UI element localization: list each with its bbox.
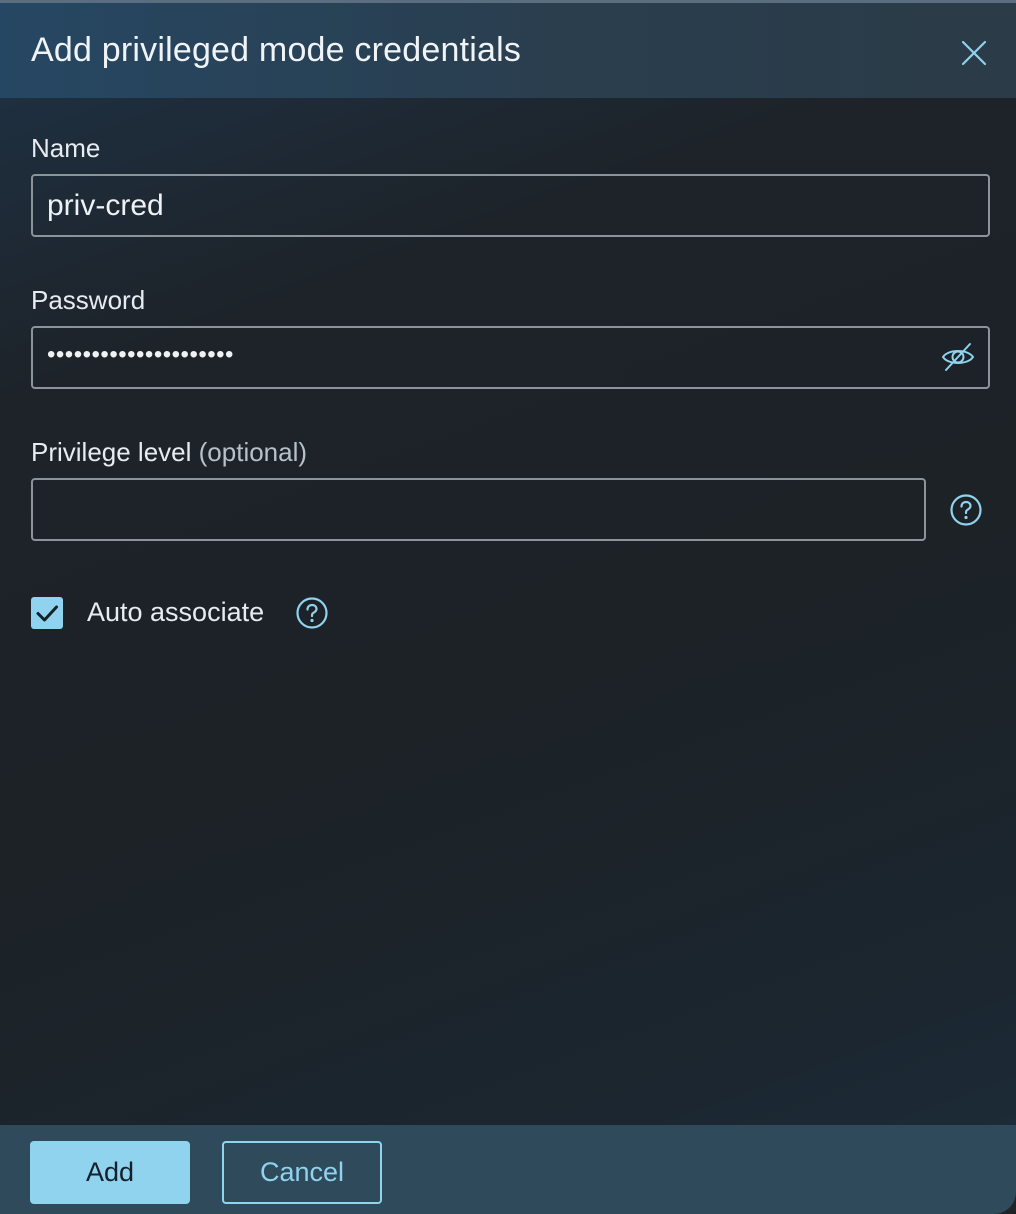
help-circle-icon bbox=[296, 597, 328, 629]
password-label: Password bbox=[31, 285, 146, 315]
privilege-level-label-text: Privilege level bbox=[31, 437, 192, 467]
privilege-level-help-button[interactable] bbox=[949, 493, 983, 527]
close-button[interactable] bbox=[954, 33, 994, 73]
eye-slash-icon bbox=[941, 343, 975, 371]
auto-associate-label: Auto associate bbox=[87, 597, 265, 627]
privilege-level-input[interactable] bbox=[31, 478, 926, 541]
close-icon bbox=[961, 40, 987, 66]
add-button[interactable]: Add bbox=[30, 1141, 190, 1204]
auto-associate-checkbox[interactable] bbox=[31, 597, 63, 629]
name-label: Name bbox=[31, 133, 101, 163]
cancel-button[interactable]: Cancel bbox=[222, 1141, 382, 1204]
password-masked-value: ••••••••••••••••••••• bbox=[47, 341, 234, 368]
privilege-level-label: Privilege level (optional) bbox=[31, 437, 307, 468]
optional-note: (optional) bbox=[198, 437, 308, 467]
help-circle-icon bbox=[950, 494, 982, 526]
dialog-title: Add privileged mode credentials bbox=[31, 31, 522, 69]
password-visibility-toggle[interactable] bbox=[940, 341, 976, 373]
auto-associate-help-button[interactable] bbox=[295, 596, 329, 630]
checkmark-icon bbox=[36, 605, 58, 622]
credentials-dialog: Add privileged mode credentials Name Pas… bbox=[0, 0, 1016, 1214]
dialog-header: Add privileged mode credentials bbox=[0, 3, 1016, 98]
name-input[interactable] bbox=[31, 174, 990, 237]
